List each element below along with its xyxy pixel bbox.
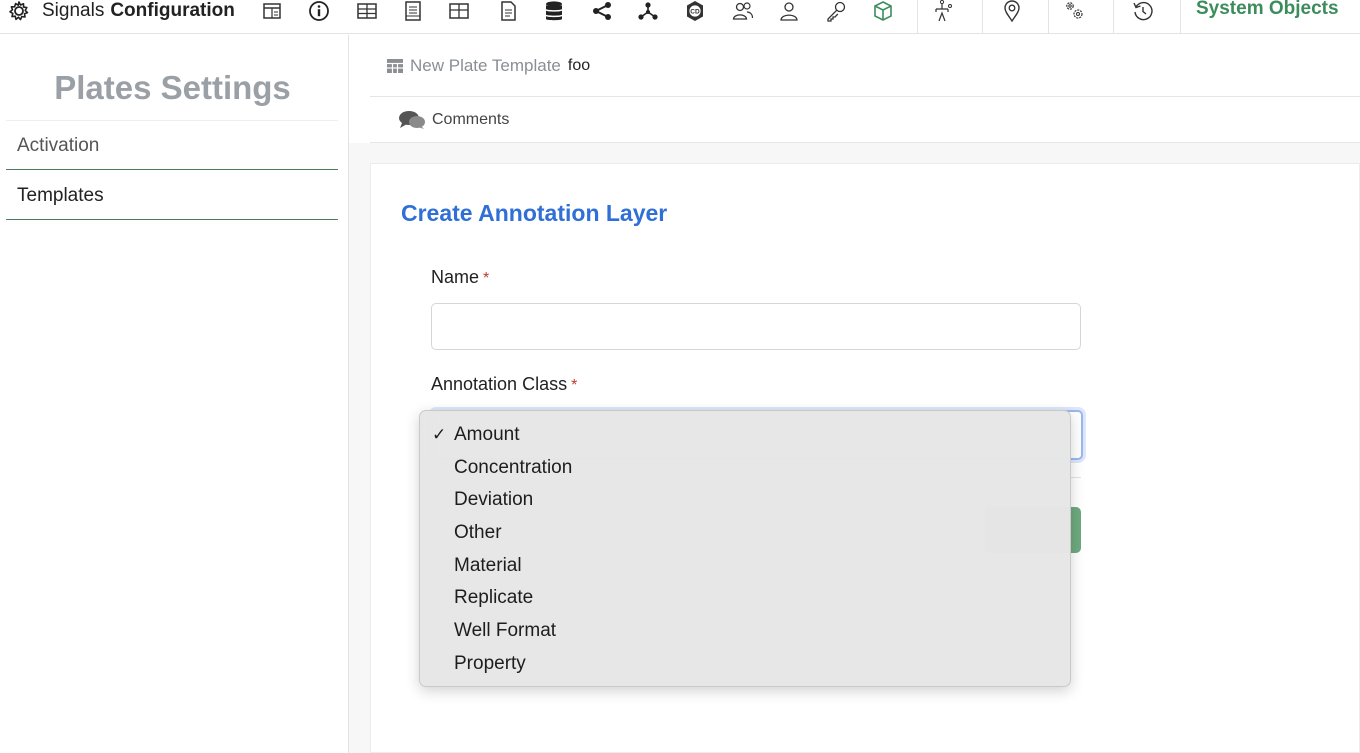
layout-icon[interactable] xyxy=(258,0,286,25)
brand-prefix: Signals xyxy=(42,0,105,21)
info-icon[interactable] xyxy=(305,0,333,25)
annotation-class-dropdown: ✓ Amount Concentration Deviation Other M… xyxy=(419,410,1071,687)
toolbar-separator xyxy=(917,0,918,34)
user-icon[interactable] xyxy=(775,0,803,25)
users-icon[interactable] xyxy=(729,0,757,25)
table-grid-icon xyxy=(387,58,403,73)
sidebar: Plates Settings Activation Templates xyxy=(0,35,349,753)
dropdown-option-material[interactable]: Material xyxy=(420,550,1070,583)
location-pin-icon[interactable] xyxy=(998,0,1026,25)
toolbar-separator xyxy=(982,0,983,34)
cube-icon[interactable] xyxy=(869,0,897,25)
sidebar-title: Plates Settings xyxy=(54,69,291,106)
option-label: Material xyxy=(454,554,522,576)
table-icon[interactable] xyxy=(353,0,381,25)
breadcrumb-section[interactable]: New Plate Template xyxy=(410,56,561,76)
required-marker: * xyxy=(483,270,490,287)
dropdown-option-other[interactable]: Other xyxy=(420,517,1070,550)
dropdown-option-concentration[interactable]: Concentration xyxy=(420,452,1070,485)
sidebar-divider xyxy=(6,120,338,121)
option-label: Replicate xyxy=(454,587,534,609)
system-objects-link[interactable]: System Objects xyxy=(1196,0,1339,20)
breadcrumb-template-name: foo xyxy=(567,56,591,74)
cd-badge-icon[interactable]: CD xyxy=(681,0,709,25)
comments-label: Comments xyxy=(432,110,510,128)
option-label: Deviation xyxy=(454,489,534,511)
annotation-class-label: Annotation Class * xyxy=(431,374,577,395)
required-marker: * xyxy=(571,377,578,394)
sidebar-item-activation[interactable]: Activation xyxy=(6,122,338,170)
history-icon[interactable] xyxy=(1129,0,1157,25)
dropdown-option-property[interactable]: Property xyxy=(420,648,1070,681)
sidebar-item-templates[interactable]: Templates xyxy=(6,172,338,220)
document-list-icon[interactable] xyxy=(399,0,427,25)
settings-gears-icon[interactable] xyxy=(1060,0,1088,25)
option-label: Property xyxy=(454,652,526,674)
name-label: Name * xyxy=(431,267,489,288)
dropdown-option-deviation[interactable]: Deviation xyxy=(420,484,1070,517)
name-label-text: Name xyxy=(431,267,480,287)
checkmark-icon: ✓ xyxy=(432,425,447,444)
network-icon[interactable] xyxy=(634,0,662,25)
toolbar-separator xyxy=(1180,0,1181,34)
option-label: Well Format xyxy=(454,620,557,642)
breadcrumb: New Plate Template foo xyxy=(370,35,1360,97)
option-label: Amount xyxy=(454,424,520,445)
hierarchy-icon[interactable] xyxy=(928,0,956,25)
form-title: Create Annotation Layer xyxy=(401,200,668,226)
toolbar-separator xyxy=(1113,0,1114,34)
settings-gear-icon xyxy=(9,1,29,21)
svg-text:CD: CD xyxy=(690,9,700,16)
share-icon[interactable] xyxy=(588,0,616,25)
annotation-class-label-text: Annotation Class xyxy=(431,374,568,394)
dropdown-option-amount[interactable]: ✓ Amount xyxy=(420,419,1070,452)
key-icon[interactable] xyxy=(822,0,850,25)
toolbar-separator xyxy=(1048,0,1049,34)
file-text-icon[interactable] xyxy=(494,0,522,25)
brand-name: Configuration xyxy=(110,0,235,21)
name-input[interactable] xyxy=(431,303,1081,350)
top-navigation-bar: Signals Configuration CD System Objects xyxy=(0,0,1360,34)
brand[interactable]: Signals Configuration xyxy=(4,0,235,22)
database-icon[interactable] xyxy=(540,0,568,25)
dropdown-option-well-format[interactable]: Well Format xyxy=(420,615,1070,648)
comments-tab[interactable]: Comments xyxy=(370,97,1360,143)
grid-icon[interactable] xyxy=(445,0,473,25)
option-label: Concentration xyxy=(454,456,573,478)
option-label: Other xyxy=(454,522,502,544)
comments-icon xyxy=(399,110,425,129)
dropdown-option-replicate[interactable]: Replicate xyxy=(420,582,1070,615)
